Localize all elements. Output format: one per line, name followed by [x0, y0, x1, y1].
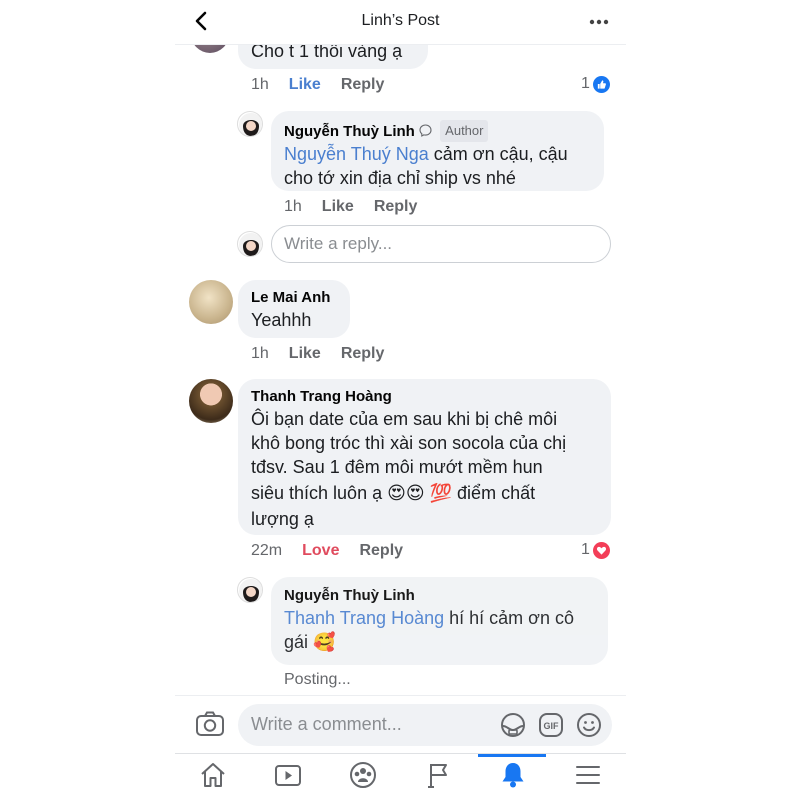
mention-link[interactable]: Nguyễn Thuý Nga: [284, 144, 429, 164]
comment-text: Cho t 1 thôi vàng ạ: [251, 45, 403, 61]
comment-time: 22m: [251, 542, 283, 559]
author-badge: Author: [440, 120, 489, 142]
comment-line: lượng ạ: [251, 509, 314, 529]
avatar[interactable]: [189, 280, 233, 324]
page-title: Linh’s Post: [361, 12, 440, 29]
reaction-count-number: 1: [581, 541, 590, 558]
like-button[interactable]: Like: [289, 76, 321, 93]
emoji: 😍😍 💯: [387, 483, 453, 503]
pages-icon[interactable]: [400, 760, 475, 796]
comment-composer: Write a comment... GIF: [175, 695, 626, 753]
reply-bubble[interactable]: Nguyễn Thuỳ Linh Author Nguyễn Thuý Nga …: [271, 111, 604, 191]
comment-actions: 1h Like Reply: [284, 198, 437, 216]
reply-bubble[interactable]: Nguyễn Thuỳ Linh Thanh Trang Hoàng hí hí…: [271, 577, 608, 665]
comment-author[interactable]: Thanh Trang Hoàng: [251, 387, 597, 407]
reply-button[interactable]: Reply: [359, 542, 403, 559]
gif-icon[interactable]: GIF: [538, 712, 564, 738]
more-options-icon[interactable]: [588, 12, 610, 32]
comment-author[interactable]: Nguyễn Thuỳ Linh Author: [284, 120, 590, 142]
author-name[interactable]: Nguyễn Thuỳ Linh: [284, 123, 415, 140]
avatar[interactable]: [237, 577, 263, 603]
svg-text:GIF: GIF: [544, 721, 560, 731]
comment-text-part: cảm ơn cậu, cậu: [428, 144, 568, 164]
home-icon[interactable]: [175, 760, 250, 796]
groups-icon[interactable]: [325, 760, 400, 796]
comment-time: 1h: [251, 345, 269, 362]
reply-button[interactable]: Reply: [374, 198, 418, 215]
reply-button[interactable]: Reply: [341, 76, 385, 93]
comment-bubble[interactable]: Cho t 1 thôi vàng ạ: [238, 45, 428, 69]
comment-actions: 1h Like Reply: [251, 345, 404, 363]
composer-actions: GIF: [500, 712, 602, 738]
comment-line: khô bong tróc thì xài son socola của chị: [251, 433, 567, 453]
reaction-count[interactable]: 1: [581, 75, 610, 93]
comment-text: Yeahhh: [251, 310, 312, 330]
comment-time: 1h: [251, 76, 269, 93]
love-reaction-icon: [592, 541, 610, 559]
menu-icon[interactable]: [550, 760, 625, 796]
avatar[interactable]: [189, 379, 233, 423]
love-button[interactable]: Love: [302, 542, 339, 559]
emoji-icon[interactable]: [576, 712, 602, 738]
comment-line: Ôi bạn date của em sau khi bị chê môi: [251, 409, 558, 429]
top-bar: Linh’s Post: [175, 0, 626, 45]
comment-line: tđsv. Sau 1 đêm môi mướt mềm hun: [251, 457, 543, 477]
active-tab-indicator: [478, 754, 546, 757]
comment-bubble[interactable]: Le Mai Anh Yeahhh: [238, 280, 350, 338]
reply-input[interactable]: Write a reply...: [271, 225, 611, 263]
comment-time: 1h: [284, 198, 302, 215]
like-reaction-icon: [592, 75, 610, 93]
comment-text: Nguyễn Thuý Nga cảm ơn cậu, cậu cho tớ x…: [284, 142, 590, 190]
comment-line: siêu thích luôn ạ 😍😍 💯 điểm chất: [251, 479, 597, 507]
reply-button[interactable]: Reply: [341, 345, 385, 362]
sticker-icon[interactable]: [500, 712, 526, 738]
reaction-count[interactable]: 1: [581, 541, 610, 559]
comments-feed[interactable]: Cho t 1 thôi vàng ạ 1h Like Reply 1 Nguyễn…: [175, 45, 626, 695]
emoji: 🥰: [313, 632, 336, 652]
camera-icon[interactable]: [195, 710, 225, 738]
comment-text: Ôi bạn date của em sau khi bị chê môi kh…: [251, 407, 597, 531]
comment-text-part: siêu thích luôn ạ: [251, 483, 388, 503]
like-button[interactable]: Like: [289, 345, 321, 362]
comment-text: Thanh Trang Hoàng hí hí cảm ơn cô gái 🥰: [284, 606, 594, 654]
watch-icon[interactable]: [250, 760, 325, 796]
like-button[interactable]: Like: [322, 198, 354, 215]
avatar: [237, 231, 263, 257]
phone-screen: Linh’s Post Cho t 1 thôi vàng ạ 1h Like Re…: [175, 0, 626, 800]
comment-author[interactable]: Nguyễn Thuỳ Linh: [284, 586, 594, 606]
notifications-icon[interactable]: [475, 760, 550, 796]
comment-text-part: gái: [284, 632, 314, 652]
avatar[interactable]: [237, 111, 263, 137]
comment-author[interactable]: Le Mai Anh: [251, 288, 336, 308]
reaction-count-number: 1: [581, 75, 590, 92]
messenger-icon: [419, 123, 432, 137]
comment-text-part: điểm chất: [452, 483, 536, 503]
comment-text-part: cho tớ xin địa chỉ ship vs nhé: [284, 168, 516, 188]
bottom-tab-bar: [175, 753, 626, 800]
comment-actions: 22m Love Reply: [251, 542, 423, 560]
avatar[interactable]: [191, 45, 229, 53]
mention-link[interactable]: Thanh Trang Hoàng: [284, 608, 444, 628]
comment-actions: 1h Like Reply: [251, 76, 404, 94]
posting-status: Posting...: [284, 671, 351, 688]
comment-bubble[interactable]: Thanh Trang Hoàng Ôi bạn date của em sau…: [238, 379, 611, 535]
comment-text-part: hí hí cảm ơn cô: [444, 608, 574, 628]
